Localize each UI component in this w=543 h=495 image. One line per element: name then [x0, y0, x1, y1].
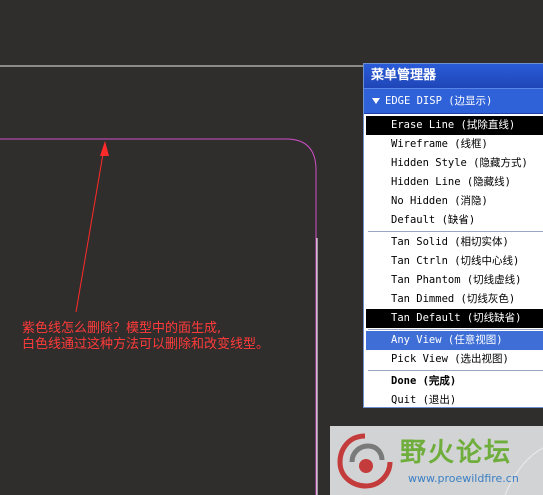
submenu-label: EDGE DISP (边显示) [385, 95, 493, 107]
menu-title: 菜单管理器 [364, 64, 543, 88]
menu-item[interactable]: Quit (退出) [366, 391, 543, 410]
annotation-line-2: 白色线通过这种方法可以删除和改变线型。 [22, 337, 270, 352]
proewildfire-logo-icon [337, 433, 393, 489]
menu-separator [368, 231, 543, 232]
submenu-header-edge-disp[interactable]: EDGE DISP (边显示) [364, 88, 543, 114]
menu-items: Erase Line (拭除直线) Wireframe (线框) Hidden St… [364, 114, 543, 412]
annotation-line-1: 紫色线怎么删除？模型中的面生成, [22, 321, 222, 336]
menu-item[interactable]: Tan Phantom (切线虚线) [366, 271, 543, 290]
annotation-arrow-head [100, 141, 109, 156]
purple-edge[interactable] [0, 138, 317, 495]
menu-item[interactable]: Tan Solid (相切实体) [366, 233, 543, 252]
annotation-arrow-line [75, 147, 105, 313]
menu-item[interactable]: Default (缺省) [366, 211, 543, 230]
menu-item[interactable]: Tan Dimmed (切线灰色) [366, 290, 543, 309]
menu-separator [368, 329, 543, 330]
menu-item[interactable]: No Hidden (消隐) [366, 192, 543, 211]
menu-item[interactable]: Tan Ctrln (切线中心线) [366, 252, 543, 271]
menu-manager: 菜单管理器 EDGE DISP (边显示) Erase Line (拭除直线) W… [363, 63, 543, 408]
watermark: 野火论坛 www.proewildfire.cn [330, 426, 543, 495]
menu-item[interactable]: Any View (任意视图) [366, 331, 543, 350]
menu-item[interactable]: Done (完成) [366, 372, 543, 391]
watermark-url: www.proewildfire.cn [408, 472, 519, 485]
menu-separator [368, 370, 543, 371]
menu-item[interactable]: Wireframe (线框) [366, 135, 543, 154]
menu-item[interactable]: Hidden Line (隐藏线) [366, 173, 543, 192]
menu-item[interactable]: Tan Default (切线缺省) [366, 309, 543, 328]
menu-item[interactable]: Pick View (选出视图) [366, 350, 543, 369]
triangle-down-icon [372, 98, 380, 104]
annotation-text: 紫色线怎么删除？模型中的面生成, 白色线通过这种方法可以删除和改变线型。 [22, 321, 269, 353]
watermark-name: 野火论坛 [400, 438, 513, 468]
menu-item[interactable]: Hidden Style (隐藏方式) [366, 154, 543, 173]
menu-item[interactable]: Erase Line (拭除直线) [366, 116, 543, 135]
